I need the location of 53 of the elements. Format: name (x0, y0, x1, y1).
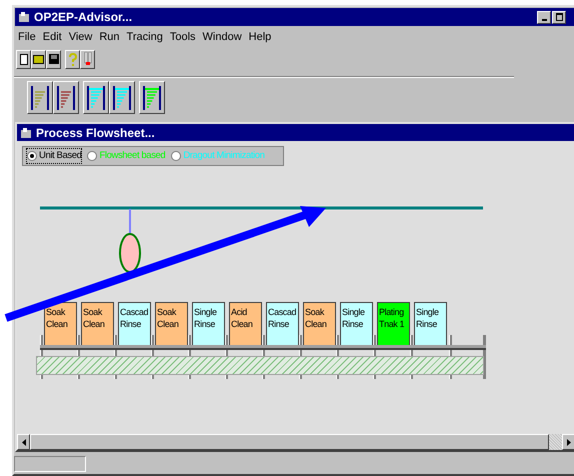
unit-view-button[interactable] (27, 81, 53, 114)
tank-icon (87, 86, 105, 110)
scroll-right-button[interactable] (562, 434, 574, 450)
floppy-icon (48, 54, 58, 64)
tank[interactable]: Single Rinse (414, 302, 447, 346)
menu-item[interactable]: View (68, 28, 92, 46)
right-arrow-icon (566, 438, 570, 446)
tank-icon (143, 86, 161, 110)
menu-item[interactable]: Window (202, 28, 242, 46)
tank[interactable]: Cascad Rinse (118, 302, 151, 346)
tank[interactable]: Plating Tnak 1 (377, 302, 410, 346)
plating-view-button[interactable] (139, 81, 165, 114)
app-icon (18, 11, 30, 23)
scroll-left-button[interactable] (17, 434, 30, 450)
maximize-button[interactable] (552, 10, 566, 24)
window-title: OP2EP-Advisor... (34, 9, 132, 26)
minimize-button[interactable] (537, 10, 551, 24)
menu-item[interactable]: File (18, 28, 36, 46)
question-mark-icon (68, 52, 76, 66)
tank-icon (31, 86, 49, 110)
left-arrow-icon (22, 438, 26, 446)
tank[interactable]: Soak Clean (155, 302, 188, 346)
tank-icon (57, 86, 75, 110)
tank[interactable]: Soak Clean (303, 302, 336, 346)
tank[interactable]: Cascad Rinse (266, 302, 299, 346)
tank[interactable]: Soak Clean (44, 302, 77, 346)
menu-item[interactable]: Tracing (126, 28, 163, 46)
app-icon (20, 126, 32, 138)
tank[interactable]: Single Rinse (340, 302, 373, 346)
tank[interactable]: Soak Clean (81, 302, 114, 346)
save-button[interactable] (46, 50, 61, 68)
status-panel (14, 456, 86, 472)
open-button[interactable] (31, 50, 46, 68)
window-title: Process Flowsheet... (36, 124, 155, 142)
scroll-track[interactable] (549, 434, 562, 450)
thermometer-button[interactable] (80, 50, 95, 68)
tank-icon (113, 86, 131, 110)
menu-item[interactable]: Tools (170, 28, 196, 46)
mode-radio[interactable]: Unit Based (27, 148, 82, 164)
rinse-view-button[interactable] (109, 81, 135, 114)
menu-item[interactable]: Edit (42, 28, 62, 46)
rinse-view-button[interactable] (83, 81, 109, 114)
folder-icon (33, 54, 44, 64)
tank[interactable]: Acid Clean (229, 302, 262, 346)
scroll-thumb[interactable] (30, 434, 549, 450)
thermometer-icon (82, 52, 92, 66)
menu-item[interactable]: Help (248, 28, 272, 46)
document-icon (20, 54, 28, 64)
help-button[interactable] (65, 50, 80, 68)
tank[interactable]: Single Rinse (192, 302, 225, 346)
unit-view-button[interactable] (53, 81, 79, 114)
menu-item[interactable]: Run (99, 28, 120, 46)
new-file-button[interactable] (16, 50, 31, 68)
